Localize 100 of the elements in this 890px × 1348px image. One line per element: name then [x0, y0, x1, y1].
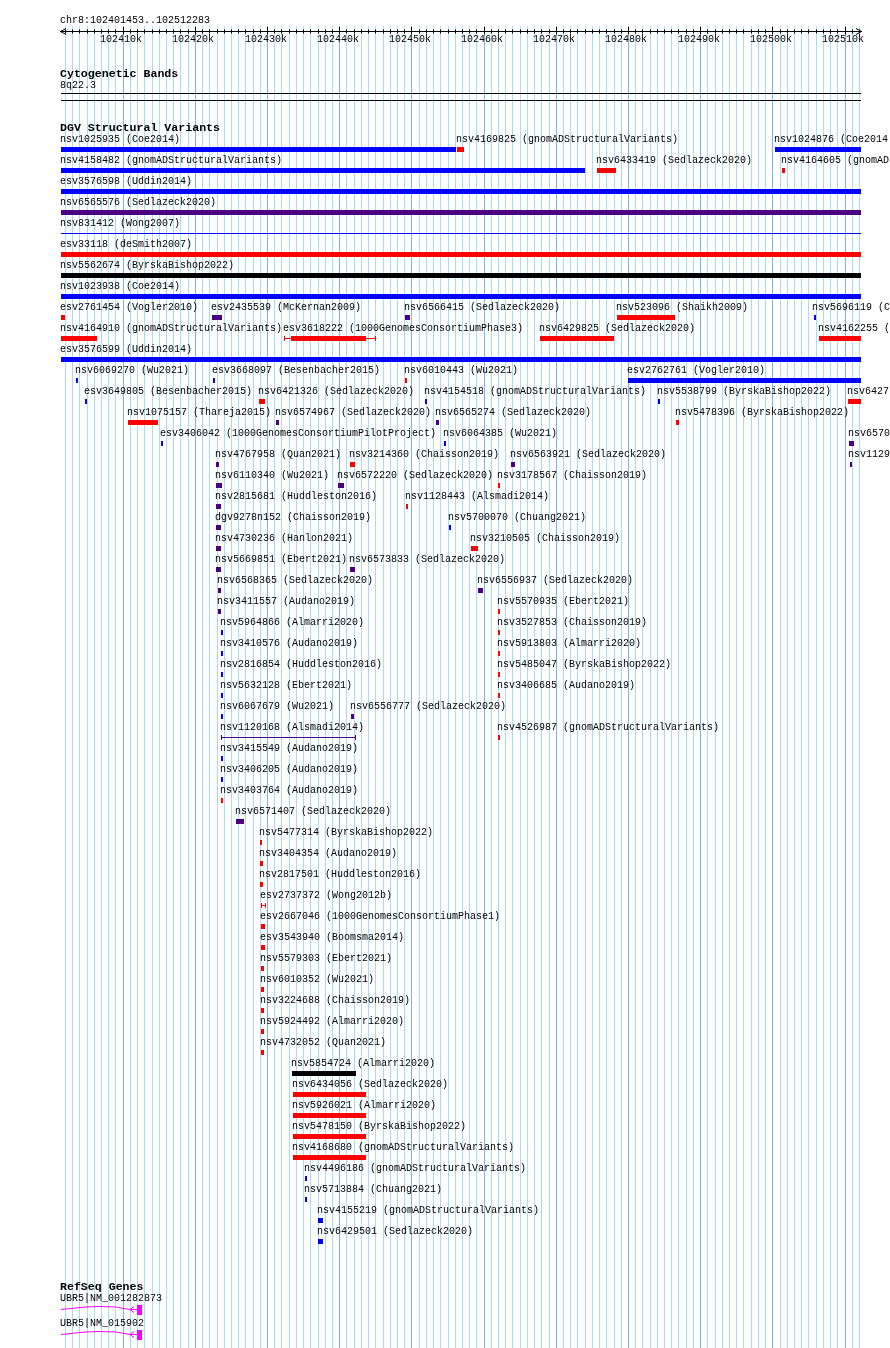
- variant-label: esv2761454 (Vogler2010): [60, 302, 199, 314]
- variant-label: nsv6421326 (Sedlazeck2020): [258, 386, 415, 398]
- variant-label: nsv2816854 (Huddleston2016): [220, 659, 383, 671]
- variant-label: nsv3410576 (Audano2019): [220, 638, 359, 650]
- variant-label: nsv5477314 (ByrskaBishop2022): [259, 827, 434, 839]
- variant-label: esv3543940 (Boomsma2014): [260, 932, 405, 944]
- variant-label: nsv3403764 (Audano2019): [220, 785, 359, 797]
- variant-label: nsv3224688 (Chaisson2019): [260, 995, 411, 1007]
- track-title: DGV Structural Variants: [60, 121, 221, 134]
- variant-label: nsv5632128 (Ebert2021): [220, 680, 353, 692]
- variant-label: nsv3178567 (Chaisson2019): [497, 470, 648, 482]
- variant-label: nsv4168680 (gnomADStructuralVariants): [292, 1142, 515, 1154]
- variant-label: esv3668097 (Besenbacher2015): [212, 365, 381, 377]
- variant-label: nsv6570: [848, 428, 890, 440]
- variant-label: esv2667046 (1000GenomesConsortiumPhase1): [260, 911, 501, 923]
- variant-label: nsv1024876 (Coe2014: [774, 134, 889, 146]
- gene-label: UBR5|NM_001282873: [60, 1293, 163, 1305]
- location-label: chr8:102401453..102512283: [60, 15, 211, 26]
- variant-label: nsv6556937 (Sedlazeck2020): [477, 575, 634, 587]
- variant-label: nsv4162255 (: [818, 323, 890, 335]
- variant-label: nsv5700070 (Chuang2021): [448, 512, 587, 524]
- variant-label: nsv6110340 (Wu2021): [215, 470, 330, 482]
- variant-label: nsv5926021 (Almarri2020): [292, 1100, 437, 1112]
- variant-label: nsv5924492 (Almarri2020): [260, 1016, 405, 1028]
- tick-label: 102490k: [678, 34, 720, 46]
- variant-label: nsv1129: [848, 449, 890, 461]
- gene-label: UBR5|NM_015902: [60, 1318, 144, 1330]
- variant-label: nsv3411557 (Audano2019): [217, 596, 356, 608]
- variant-label: nsv1120168 (Alsmadi2014): [220, 722, 365, 734]
- variant-label: nsv6429501 (Sedlazeck2020): [317, 1226, 474, 1238]
- variant-label: nsv4164910 (gnomADStructuralVariants): [60, 323, 283, 335]
- variant-label: nsv5562674 (ByrskaBishop2022): [60, 260, 235, 272]
- variant-label: nsv6565576 (Sedlazeck2020): [60, 197, 217, 209]
- tick-label: 102410k: [100, 34, 142, 46]
- variant-label: nsv6574967 (Sedlazeck2020): [275, 407, 432, 419]
- variant-label: nsv2815681 (Huddleston2016): [215, 491, 378, 503]
- variant-label: nsv6010352 (Wu2021): [260, 974, 375, 986]
- variant-label: esv3406042 (1000GenomesConsortiumPilotProject): [160, 428, 437, 440]
- variant-label: nsv5538799 (ByrskaBishop2022): [657, 386, 832, 398]
- variant-label: nsv4526987 (gnomADStructuralVariants): [497, 722, 720, 734]
- variant-label: nsv6566415 (Sedlazeck2020): [404, 302, 561, 314]
- track-title: RefSeq Genes: [60, 1280, 144, 1293]
- variant-label: esv2435539 (McKernan2009): [211, 302, 362, 314]
- variant-label: esv3618222 (1000GenomesConsortiumPhase3): [283, 323, 524, 335]
- variant-label: nsv4155219 (gnomADStructuralVariants): [317, 1205, 540, 1217]
- variant-label: nsv6568365 (Sedlazeck2020): [217, 575, 374, 587]
- variant-label: nsv4730236 (Hanlon2021): [215, 533, 354, 545]
- variant-label: nsv3406205 (Audano2019): [220, 764, 359, 776]
- variant-label: nsv6433419 (Sedlazeck2020): [596, 155, 753, 167]
- variant-label: nsv6069270 (Wu2021): [75, 365, 190, 377]
- variant-label: esv33118 (deSmith2007): [60, 239, 193, 251]
- variant-label: nsv4169825 (gnomADStructuralVariants): [456, 134, 679, 146]
- track-title: Cytogenetic Bands: [60, 67, 179, 80]
- variant-label: nsv4158482 (gnomADStructuralVariants): [60, 155, 283, 167]
- variant-label: nsv5854724 (Almarri2020): [291, 1058, 436, 1070]
- variant-label: nsv4154518 (gnomADStructuralVariants): [424, 386, 647, 398]
- variant-label: nsv3404354 (Audano2019): [259, 848, 398, 860]
- variant-label: nsv6571407 (Sedlazeck2020): [235, 806, 392, 818]
- variant-label: nsv6565274 (Sedlazeck2020): [435, 407, 592, 419]
- variant-label: nsv3415549 (Audano2019): [220, 743, 359, 755]
- variant-label: nsv3527853 (Chaisson2019): [497, 617, 648, 629]
- variant-label: nsv5570935 (Ebert2021): [497, 596, 630, 608]
- variant-label: nsv3210505 (Chaisson2019): [470, 533, 621, 545]
- tick-label: 102450k: [389, 34, 431, 46]
- variant-label: nsv4496186 (gnomADStructuralVariants): [304, 1163, 527, 1175]
- variant-label: nsv1023938 (Coe2014): [60, 281, 181, 293]
- tick-label: 102510k: [822, 34, 864, 46]
- variant-label: nsv3406685 (Audano2019): [497, 680, 636, 692]
- variant-label: nsv6010443 (Wu2021): [404, 365, 519, 377]
- variant-label: esv3576598 (Uddin2014): [60, 176, 193, 188]
- tick-label: 102500k: [750, 34, 792, 46]
- variant-label: nsv5713884 (Chuang2021): [304, 1184, 443, 1196]
- variant-label: nsv6064385 (Wu2021): [443, 428, 558, 440]
- variant-label: nsv3214360 (Chaisson2019): [349, 449, 500, 461]
- variant-label: nsv6427: [847, 386, 889, 398]
- variant-label: nsv6429825 (Sedlazeck2020): [539, 323, 696, 335]
- variant-label: nsv2817501 (Huddleston2016): [259, 869, 422, 881]
- variant-label: nsv6573833 (Sedlazeck2020): [349, 554, 506, 566]
- variant-label: nsv6556777 (Sedlazeck2020): [350, 701, 507, 713]
- tick-label: 102440k: [317, 34, 359, 46]
- variant-label: nsv5579303 (Ebert2021): [260, 953, 393, 965]
- variant-label: nsv5696119 (C: [812, 302, 890, 314]
- variant-label: nsv831412 (Wong2007): [60, 218, 181, 230]
- variant-label: nsv523096 (Shaikh2009): [616, 302, 749, 314]
- variant-label: esv3576599 (Uddin2014): [60, 344, 193, 356]
- variant-label: nsv6563921 (Sedlazeck2020): [510, 449, 667, 461]
- variant-label: nsv1075157 (Thareja2015): [127, 407, 272, 419]
- tick-label: 102460k: [461, 34, 503, 46]
- variant-label: nsv4164605 (gnomAD: [781, 155, 890, 167]
- tick-label: 102420k: [172, 34, 214, 46]
- variant-label: nsv6434056 (Sedlazeck2020): [292, 1079, 449, 1091]
- band-label: 8q22.3: [60, 80, 96, 92]
- variant-label: esv2737372 (Wong2012b): [260, 890, 393, 902]
- variant-label: nsv5964866 (Almarri2020): [220, 617, 365, 629]
- variant-label: nsv6067679 (Wu2021): [220, 701, 335, 713]
- tick-label: 102470k: [533, 34, 575, 46]
- variant-label: nsv4732052 (Quan2021): [260, 1037, 387, 1049]
- variant-label: esv3649805 (Besenbacher2015): [84, 386, 253, 398]
- variant-label: dgv9278n152 (Chaisson2019): [215, 512, 372, 524]
- variant-label: nsv1025935 (Coe2014): [60, 134, 181, 146]
